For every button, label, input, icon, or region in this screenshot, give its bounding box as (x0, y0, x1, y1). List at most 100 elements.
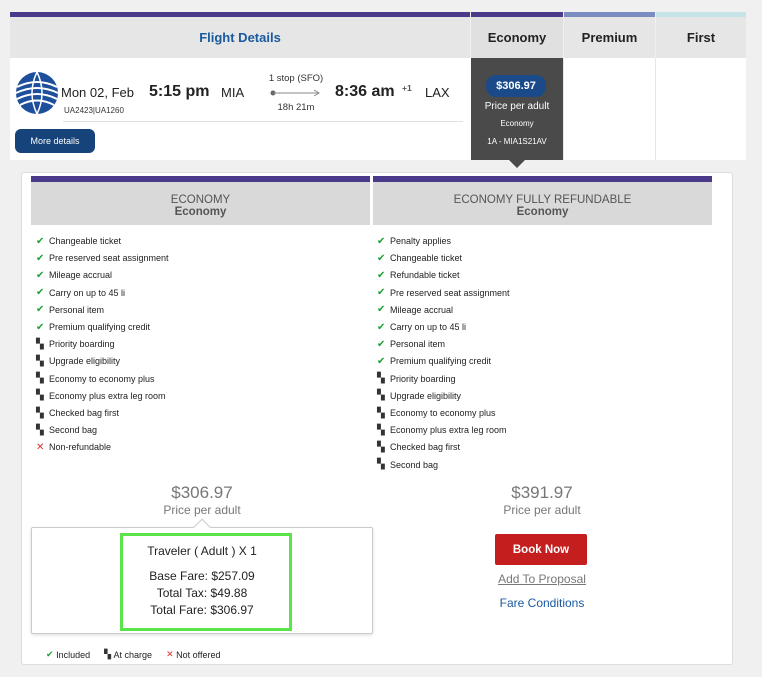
check-icon: ✔ (36, 252, 45, 264)
legend-not-offered: ✕ Not offered (166, 649, 220, 660)
feature-label: Penalty applies (390, 236, 452, 246)
dollar-bill-icon: ▚ (36, 355, 44, 367)
feature-item: ▚ Upgrade eligibility (36, 354, 120, 368)
dollar-bill-icon: ▚ (104, 649, 112, 659)
feature-item: ✔ Mileage accrual (377, 303, 453, 317)
feature-item: ▚ Priority boarding (377, 372, 456, 386)
tab-economy[interactable]: Economy (471, 12, 563, 64)
check-icon: ✔ (36, 235, 45, 247)
check-icon: ✔ (377, 321, 386, 333)
feature-item: ✔ Mileage accrual (36, 268, 112, 282)
flight-details-title: Flight Details (199, 30, 281, 45)
feature-label: Economy plus extra leg room (49, 390, 166, 401)
legend-charge: ▚ At charge (104, 649, 152, 660)
fare-conditions-link[interactable]: Fare Conditions (462, 596, 622, 610)
price-caption: Price per adult (163, 503, 241, 517)
feature-item: ✔ Pre reserved seat assignment (377, 286, 510, 300)
feature-item: ✔ Carry on up to 45 li (377, 320, 466, 334)
price-caption: Price per adult (503, 503, 581, 517)
route-arrow-icon (270, 89, 320, 97)
tab-premium[interactable]: Premium (564, 12, 655, 58)
feature-label: Personal item (49, 304, 105, 315)
dollar-bill-icon: ▚ (36, 338, 44, 350)
feature-item: ▚ Economy plus extra leg room (377, 423, 507, 437)
flight-row: Mon 02, Feb UA2423|UA1260 5:15 pm MIA 1 … (10, 58, 746, 168)
check-icon: ✔ (377, 338, 386, 350)
dollar-bill-icon: ▚ (377, 424, 385, 436)
fare-title: ECONOMY FULLY REFUNDABLE (453, 194, 632, 206)
feature-label: Checked bag first (49, 408, 120, 418)
feature-item: ✔ Pre reserved seat assignment (36, 251, 169, 265)
feature-item: ✔ Personal item (36, 303, 104, 317)
feature-label: Second bag (390, 459, 439, 470)
check-icon: ✔ (377, 304, 386, 316)
fare-header-refundable: ECONOMY FULLY REFUNDABLE Economy (373, 176, 712, 225)
feature-label: Mileage accrual (49, 270, 113, 281)
check-icon: ✔ (36, 304, 45, 316)
flight-date: Mon 02, Feb (61, 85, 134, 100)
cross-icon: ✕ (166, 649, 174, 659)
origin-airport: MIA (221, 85, 245, 100)
feature-label: Economy to economy plus (390, 408, 496, 418)
feature-label: Changeable ticket (49, 236, 122, 246)
tab-premium-label: Premium (581, 30, 638, 45)
feature-label: Economy to economy plus (49, 373, 155, 384)
legend-label: At charge (113, 649, 153, 660)
dollar-bill-icon: ▚ (36, 390, 44, 402)
united-globe-logo (15, 71, 59, 115)
departure-time: 5:15 pm (149, 83, 210, 100)
day-offset: +1 (402, 83, 412, 93)
feature-label: Upgrade eligibility (390, 390, 462, 401)
check-icon: ✔ (36, 269, 45, 281)
dollar-bill-icon: ▚ (36, 373, 44, 385)
feature-item: ✔ Personal item (377, 337, 445, 351)
fare-subtitle: Economy (516, 206, 569, 218)
arrival-time: 8:36 am (335, 83, 395, 100)
economy-price-cell[interactable]: $306.97 Price per adult Economy 1A - MIA… (471, 58, 563, 168)
column-divider (655, 58, 656, 160)
book-now-button[interactable]: Book Now (495, 534, 587, 565)
add-to-proposal-link[interactable]: Add To Proposal (462, 572, 622, 586)
legend-label: Included (56, 649, 91, 660)
fare-subtitle: Economy (174, 206, 227, 218)
cabin-label: Economy (500, 119, 534, 128)
feature-item: ▚ Second bag (36, 423, 97, 437)
check-icon: ✔ (377, 252, 386, 264)
check-icon: ✔ (377, 235, 386, 247)
tab-first[interactable]: First (656, 12, 746, 58)
feature-item: ▚ Economy to economy plus (36, 372, 155, 386)
dollar-bill-icon: ▚ (377, 459, 385, 471)
feature-label: Carry on up to 45 li (49, 287, 126, 298)
fare-price: $306.97 (171, 483, 233, 502)
feature-label: Priority boarding (49, 339, 115, 350)
feature-label: Carry on up to 45 li (390, 322, 467, 332)
feature-item: ✕ Non-refundable (36, 440, 111, 454)
feature-label: Refundable ticket (390, 270, 460, 281)
more-details-button[interactable]: More details (15, 129, 95, 153)
check-icon: ✔ (36, 287, 45, 299)
feature-item: ✔ Refundable ticket (377, 268, 460, 282)
feature-item: ▚ Second bag (377, 458, 438, 472)
column-divider (563, 58, 564, 160)
fare-selection-screen: Flight Details Economy Premium First Mon… (0, 0, 762, 677)
dollar-bill-icon: ▚ (377, 373, 385, 385)
price-breakdown-popover: Traveler ( Adult ) X 1 Base Fare: $257.0… (31, 518, 373, 634)
check-icon: ✔ (377, 269, 386, 281)
feature-label: Personal item (390, 339, 446, 350)
legend-label: Not offered (176, 649, 221, 660)
feature-label: Checked bag first (390, 442, 461, 453)
tab-first-label: First (686, 30, 716, 45)
fare-header-bar (31, 176, 370, 182)
fare-code: 1A - MIA1S21AV (487, 137, 547, 146)
feature-item: ✔ Premium qualifying credit (36, 320, 150, 334)
cross-icon: ✕ (36, 441, 45, 453)
fare-header-bar (373, 176, 712, 182)
dollar-bill-icon: ▚ (36, 424, 44, 436)
feature-label: Pre reserved seat assignment (390, 287, 510, 298)
check-icon: ✔ (36, 321, 45, 333)
feature-label: Second bag (49, 425, 98, 436)
flight-details-header: Flight Details (10, 12, 470, 58)
flight-codes: UA2423|UA1260 (64, 106, 124, 115)
feature-item: ✔ Penalty applies (377, 234, 451, 248)
selected-pointer (509, 160, 525, 168)
